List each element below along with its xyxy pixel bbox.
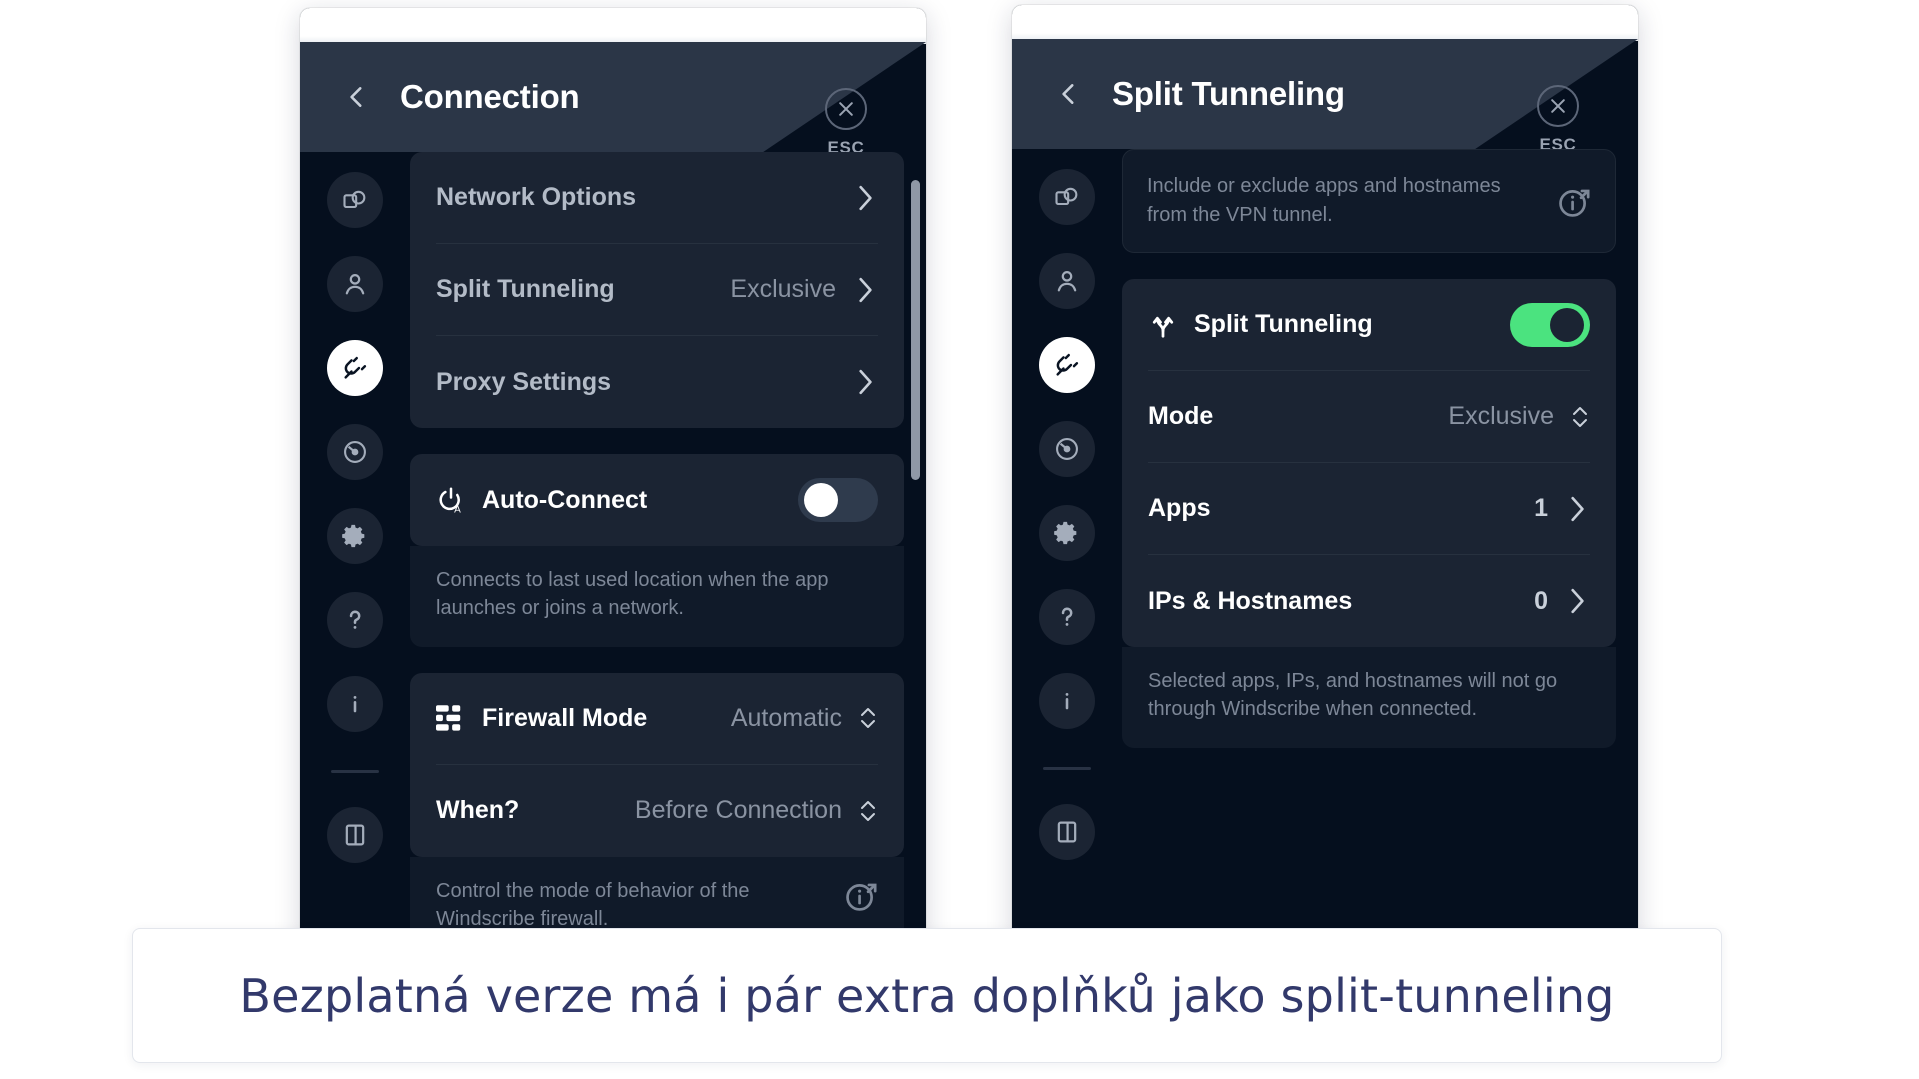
row-apps[interactable]: Apps 1 [1148,463,1590,555]
firewall-card: Firewall Mode Automatic When? Before Con… [410,672,904,857]
row-value: 0 [1534,586,1548,615]
split-tunneling-window: Split Tunneling ESC Include or exclude a… [1012,5,1638,940]
row-label: Split Tunneling [1194,310,1373,338]
split-tunneling-footer-note: Selected apps, IPs, and hostnames will n… [1122,647,1616,748]
auto-connect-description: Connects to last used location when the … [410,546,904,647]
split-tunneling-card: Split Tunneling Mode Exclusive Apps 1 IP… [1122,279,1616,647]
sidebar-item-logout[interactable] [327,807,383,863]
esc-close-button[interactable]: ESC [1522,85,1594,155]
caption-banner: Bezplatná verze má i pár extra doplňků j… [132,928,1722,1063]
row-label: Network Options [436,183,637,211]
sidebar-item-about[interactable] [1039,673,1095,729]
window-titlebar-cap [300,8,926,44]
sidebar-item-preferences[interactable] [1039,505,1095,561]
up-down-chevrons-icon [858,797,878,825]
sidebar-item-robert[interactable] [327,424,383,480]
left-content: Network Options Split Tunneling Exclusiv… [410,152,926,943]
sidebar-item-about[interactable] [327,676,383,732]
right-header-content: Split Tunneling ESC [1012,39,1638,154]
row-label: Firewall Mode [482,703,648,732]
row-ips-hostnames[interactable]: IPs & Hostnames 0 [1148,555,1590,647]
info-external-icon[interactable] [1557,185,1591,219]
row-network-options[interactable]: Network Options [436,152,878,244]
sidebar-item-general[interactable] [327,172,383,228]
row-value: Exclusive [1448,402,1554,430]
auto-connect-toggle[interactable] [798,478,878,522]
caption-text: Bezplatná verze má i pár extra doplňků j… [239,968,1615,1023]
row-firewall-mode[interactable]: Firewall Mode Automatic [436,673,878,765]
sidebar-item-account[interactable] [1039,253,1095,309]
sidebar-item-help[interactable] [327,592,383,648]
row-proxy-settings[interactable]: Proxy Settings [436,336,878,428]
close-icon [825,88,867,130]
row-value: 1 [1534,494,1548,522]
page-title: Connection [400,78,580,115]
sidebar-item-logout[interactable] [1039,804,1095,860]
page-title: Split Tunneling [1112,75,1345,112]
chevron-right-icon [852,180,878,216]
info-external-icon[interactable] [844,879,878,913]
svg-text:A: A [454,505,461,516]
row-split-tunneling-toggle[interactable]: Split Tunneling [1148,279,1590,371]
description-text: Control the mode of behavior of the Wind… [436,879,750,931]
right-content: Include or exclude apps and hostnames fr… [1122,149,1638,940]
sidebar-item-general[interactable] [1039,169,1095,225]
row-label: Auto-Connect [482,485,648,514]
connection-settings-window: Connection ESC Network Options Split Tun… [300,8,926,943]
split-tunneling-note: Include or exclude apps and hostnames fr… [1122,149,1616,253]
back-button[interactable] [342,82,372,112]
row-mode[interactable]: Mode Exclusive [1148,371,1590,463]
connection-nav-card: Network Options Split Tunneling Exclusiv… [410,152,904,428]
row-value: Exclusive [730,275,836,303]
close-icon [1537,85,1579,127]
sidebar-item-account[interactable] [327,256,383,312]
up-down-chevrons-icon [858,704,878,732]
description-text: Connects to last used location when the … [436,569,829,620]
back-button[interactable] [1054,79,1084,109]
left-header-content: Connection ESC [300,42,926,157]
chevron-right-icon [852,272,878,308]
esc-close-button[interactable]: ESC [810,88,882,158]
row-firewall-when[interactable]: When? Before Connection [436,765,878,857]
chevron-right-icon [1564,583,1590,619]
row-label: When? [436,796,520,825]
split-fork-icon [1148,310,1194,340]
row-label: Proxy Settings [436,367,612,396]
row-value: Automatic [730,703,842,732]
power-auto-icon: A [436,485,482,515]
split-tunneling-toggle[interactable] [1510,302,1590,347]
right-sidebar-rail [1012,149,1122,940]
row-label: IPs & Hostnames [1148,586,1353,615]
sidebar-item-connection[interactable] [1039,337,1095,393]
right-body: Include or exclude apps and hostnames fr… [1012,149,1638,940]
sidebar-item-preferences[interactable] [327,508,383,564]
window-titlebar-cap [1012,5,1638,41]
vertical-scrollbar[interactable] [911,180,920,480]
sidebar-item-robert[interactable] [1039,421,1095,477]
screenshot-stage: Connection ESC Network Options Split Tun… [0,0,1919,1079]
row-auto-connect[interactable]: A Auto-Connect [436,454,878,546]
row-label: Split Tunneling [436,275,615,303]
sidebar-item-connection[interactable] [327,340,383,396]
sidebar-divider [1043,767,1091,770]
chevron-right-icon [852,364,878,400]
up-down-chevrons-icon [1570,403,1590,431]
note-text: Include or exclude apps and hostnames fr… [1147,175,1501,226]
row-label: Apps [1148,494,1211,522]
firewall-bars-icon [436,705,482,731]
description-text: Selected apps, IPs, and hostnames will n… [1148,670,1558,721]
sidebar-divider [331,770,379,773]
auto-connect-card: A Auto-Connect [410,454,904,546]
row-value: Before Connection [634,796,842,825]
row-split-tunneling[interactable]: Split Tunneling Exclusive [436,244,878,336]
chevron-right-icon [1564,491,1590,527]
row-label: Mode [1148,402,1214,430]
left-body: Network Options Split Tunneling Exclusiv… [300,152,926,943]
sidebar-item-help[interactable] [1039,589,1095,645]
left-sidebar-rail [300,152,410,943]
